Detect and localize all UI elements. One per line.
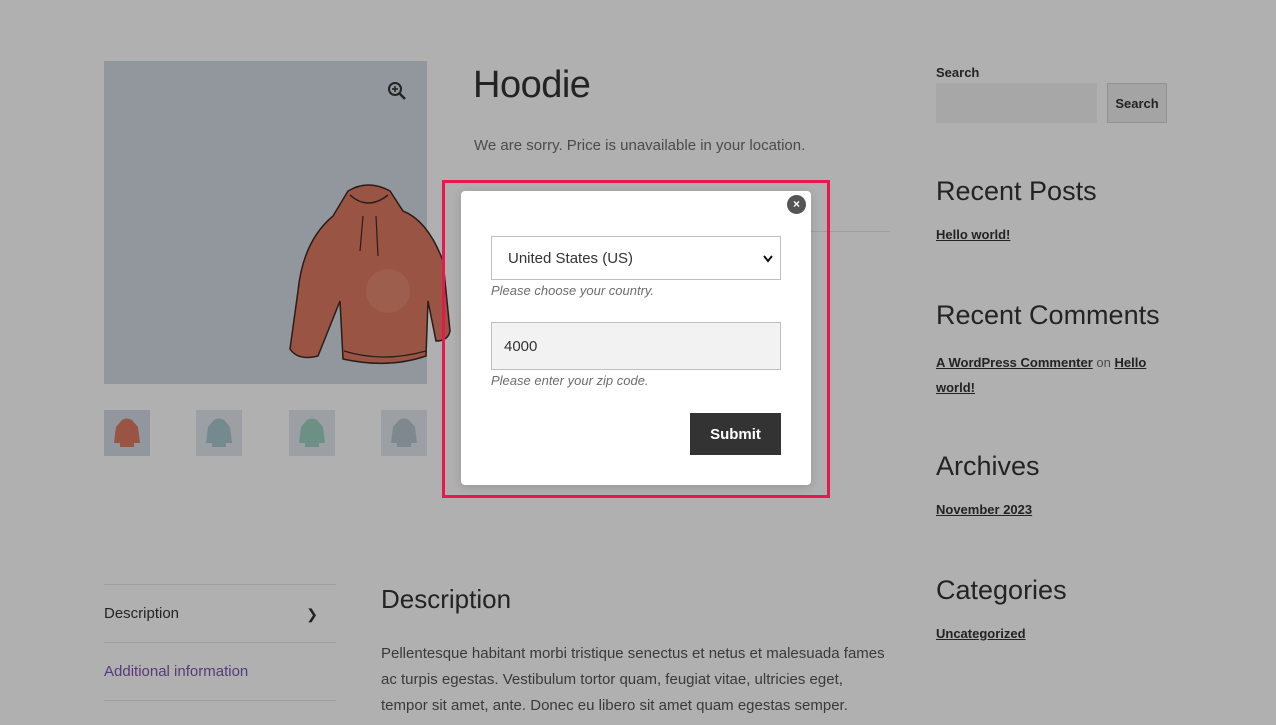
chevron-down-icon: [762, 237, 774, 299]
zip-help-text: Please enter your zip code.: [491, 373, 649, 388]
close-icon[interactable]: ×: [787, 195, 806, 214]
zip-code-input[interactable]: [491, 322, 781, 370]
country-select[interactable]: United States (US): [491, 236, 781, 280]
country-help-text: Please choose your country.: [491, 283, 655, 298]
country-select-value: United States (US): [508, 250, 634, 267]
submit-button[interactable]: Submit: [690, 413, 781, 455]
